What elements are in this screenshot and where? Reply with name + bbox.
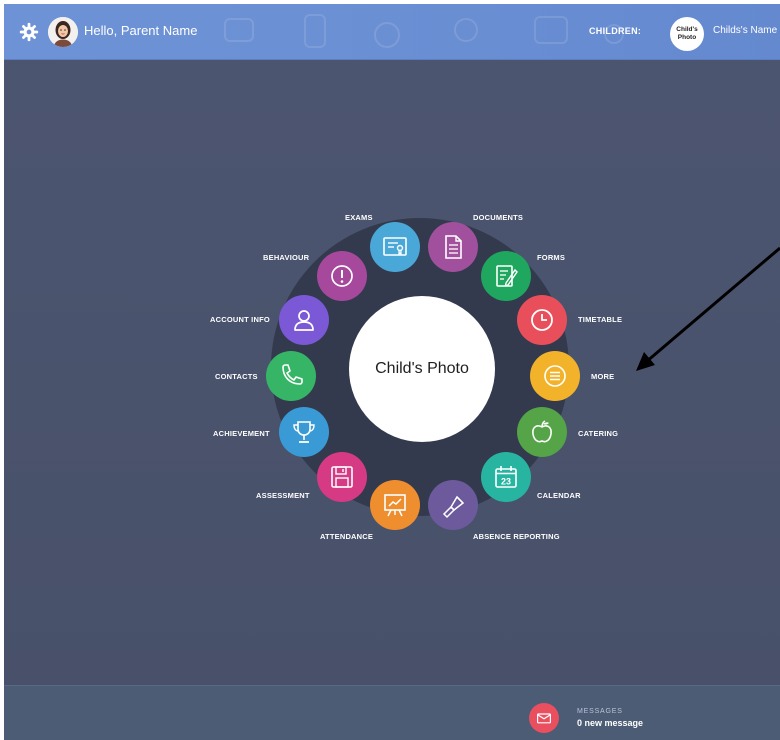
trophy-icon (293, 421, 315, 443)
presentation-icon (384, 494, 406, 517)
decorative-book-icon (224, 18, 254, 42)
tile-label-attendance: ATTENDANCE (320, 532, 374, 541)
tile-label-more: MORE (591, 372, 615, 381)
tile-account-info[interactable] (279, 295, 329, 345)
tile-label-assessment: ASSESSMENT (256, 491, 310, 500)
tile-label-behaviour: BEHAVIOUR (263, 253, 310, 262)
decorative-pencil-icon (304, 14, 326, 48)
tile-absence-reporting[interactable] (428, 480, 478, 530)
calendar-day: 23 (501, 477, 511, 487)
tile-label-contacts: CONTACTS (215, 372, 258, 381)
menu-lines-icon (544, 365, 566, 387)
main-dashboard: Child's Photo EXAMS DOCUMENTS FORMS TIME… (4, 60, 780, 685)
tile-catering[interactable] (517, 407, 567, 457)
app-window: Hello, Parent Name CHILDREN: Child's Pho… (4, 4, 780, 740)
torch-icon (442, 495, 465, 519)
tile-achievement[interactable] (279, 407, 329, 457)
decorative-clock-icon (454, 18, 478, 42)
apple-icon (532, 420, 552, 443)
tile-label-catering: CATERING (578, 429, 619, 438)
children-label: CHILDREN: (589, 26, 642, 36)
certificate-icon (383, 237, 407, 256)
tile-label-timetable: TIMETABLE (578, 315, 623, 324)
messages-button[interactable] (529, 703, 559, 733)
greeting-text: Hello, Parent Name (84, 23, 198, 38)
top-bar: Hello, Parent Name CHILDREN: Child's Pho… (4, 4, 780, 60)
messages-title: MESSAGES (577, 708, 623, 715)
tile-documents[interactable] (428, 222, 478, 272)
user-icon (294, 310, 314, 331)
tile-contacts[interactable] (266, 351, 316, 401)
form-pen-icon (496, 265, 518, 287)
tile-assessment[interactable] (317, 452, 367, 502)
tile-exams[interactable] (370, 222, 420, 272)
calendar-icon: 23 (495, 466, 517, 488)
tile-calendar[interactable]: 23 (481, 452, 531, 502)
clock-icon (531, 309, 553, 331)
tile-label-absence-reporting: ABSENCE REPORTING (473, 532, 560, 541)
tile-label-calendar: CALENDAR (537, 491, 581, 500)
tile-more[interactable] (530, 351, 580, 401)
child-switcher-name[interactable]: Childs's Name (713, 25, 777, 36)
envelope-icon (537, 713, 551, 724)
phone-icon (282, 364, 303, 385)
tile-label-achievement: ACHIEVEMENT (213, 429, 270, 438)
document-icon (445, 235, 462, 259)
tile-attendance[interactable] (370, 480, 420, 530)
parent-avatar[interactable] (48, 17, 78, 47)
tile-timetable[interactable] (517, 295, 567, 345)
messages-count[interactable]: 0 new message (577, 718, 643, 728)
footer-bar: MESSAGES 0 new message (4, 685, 780, 740)
tile-label-documents: DOCUMENTS (473, 213, 524, 222)
child-switcher-photo[interactable]: Child's Photo (670, 17, 704, 51)
exclamation-icon (331, 265, 353, 287)
tile-behaviour[interactable] (317, 251, 367, 301)
decorative-book-icon (534, 16, 568, 44)
tile-label-account-info: ACCOUNT INFO (210, 315, 270, 324)
child-photo-label: Child's Photo (375, 360, 469, 377)
child-photo: Child's Photo (349, 296, 495, 442)
tile-forms[interactable] (481, 251, 531, 301)
tile-label-exams: EXAMS (345, 213, 373, 222)
floppy-icon (331, 466, 353, 488)
decorative-globe-icon (374, 22, 400, 48)
tile-label-forms: FORMS (537, 253, 566, 262)
settings-gear-icon[interactable] (18, 21, 40, 43)
